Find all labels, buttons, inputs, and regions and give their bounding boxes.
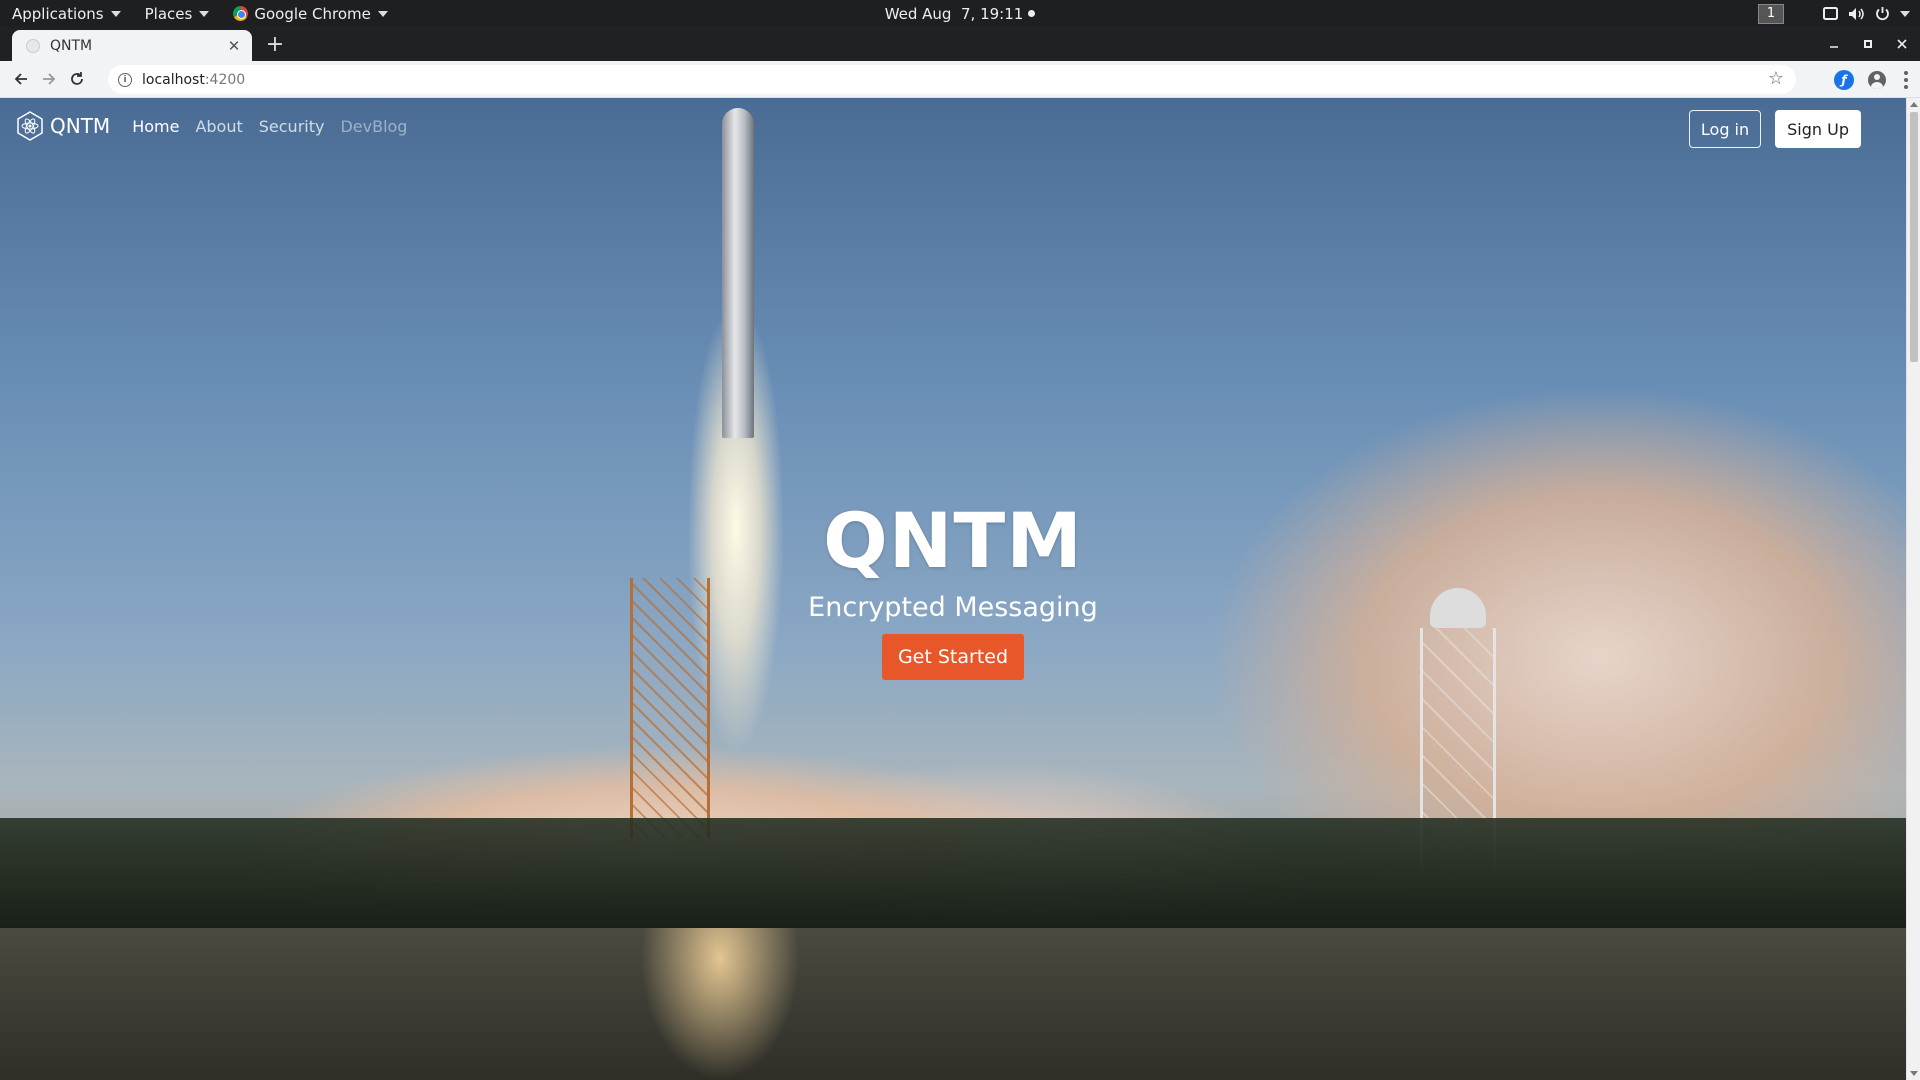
volume-icon[interactable] — [1848, 6, 1864, 22]
login-button[interactable]: Log in — [1688, 110, 1762, 148]
applications-menu-label: Applications — [12, 4, 104, 23]
notification-dot-icon — [1028, 10, 1036, 17]
get-started-button[interactable]: Get Started — [881, 634, 1025, 680]
display-icon[interactable] — [1822, 6, 1838, 22]
nav-devblog-link[interactable]: DevBlog — [332, 109, 415, 144]
site-navbar: QNTM Home About Security DevBlog Log in … — [0, 98, 1906, 154]
bookmark-star-icon[interactable]: ☆ — [1768, 69, 1784, 89]
chrome-app-menu-label: Google Chrome — [254, 4, 371, 23]
reload-icon[interactable] — [63, 65, 91, 93]
nav-home-link[interactable]: Home — [124, 109, 187, 144]
url-port: :4200 — [204, 71, 246, 88]
signup-button[interactable]: Sign Up — [1775, 110, 1861, 148]
scroll-down-icon[interactable] — [1910, 1071, 1918, 1076]
hero-subtitle: Encrypted Messaging — [808, 592, 1098, 623]
browser-toolbar: i localhost:4200 ☆ ƒ — [0, 61, 1920, 98]
chevron-down-icon — [199, 10, 210, 17]
favicon-icon — [26, 38, 40, 53]
tab-strip: QNTM ✕ + — [0, 27, 1920, 61]
places-menu-label: Places — [144, 4, 193, 23]
scroll-thumb[interactable] — [1910, 112, 1918, 362]
info-icon[interactable]: i — [118, 72, 132, 87]
system-top-bar: Applications Places Google Chrome Wed Au… — [0, 0, 1920, 27]
close-tab-icon[interactable]: ✕ — [226, 37, 242, 55]
water-image — [0, 928, 1906, 1080]
scroll-up-icon[interactable] — [1910, 102, 1918, 107]
maximize-icon[interactable] — [1860, 36, 1876, 52]
atom-logo-icon — [17, 111, 43, 141]
brand-name: QNTM — [50, 114, 111, 138]
url-host: localhost — [142, 71, 205, 88]
treeline-image — [0, 818, 1906, 928]
chrome-app-menu[interactable]: Google Chrome — [221, 0, 400, 27]
hero-title: QNTM — [823, 496, 1083, 585]
nav-about-link[interactable]: About — [187, 109, 250, 144]
profile-icon[interactable] — [1868, 70, 1886, 89]
browser-tab[interactable]: QNTM ✕ — [12, 30, 252, 61]
forward-icon[interactable] — [35, 65, 63, 93]
workspace-indicator[interactable]: 1 — [1758, 3, 1784, 24]
page-scrollbar[interactable] — [1906, 98, 1920, 1080]
power-icon[interactable] — [1874, 6, 1890, 22]
chevron-down-icon — [110, 10, 121, 17]
nav-security-link[interactable]: Security — [251, 109, 333, 144]
places-menu[interactable]: Places — [133, 0, 222, 27]
minimize-icon[interactable] — [1826, 36, 1842, 52]
chevron-down-icon[interactable] — [1900, 10, 1910, 17]
clock[interactable]: Wed Aug 7, 19:11 — [885, 5, 1024, 23]
hero-content: QNTM Encrypted Messaging Get Started — [0, 496, 1906, 680]
back-icon[interactable] — [7, 65, 35, 93]
page-viewport: QNTM Home About Security DevBlog Log in … — [0, 98, 1920, 1080]
chevron-down-icon — [377, 10, 388, 17]
brand-link[interactable]: QNTM — [15, 111, 110, 141]
close-window-icon[interactable] — [1894, 36, 1910, 52]
address-bar[interactable]: i localhost:4200 ☆ — [108, 65, 1796, 94]
new-tab-icon[interactable]: + — [264, 32, 286, 57]
more-menu-icon[interactable] — [1900, 70, 1912, 89]
extension-icon[interactable]: ƒ — [1834, 69, 1854, 90]
chrome-icon — [233, 6, 249, 21]
rocket-image — [722, 108, 754, 438]
sun-reflection-image — [640, 928, 800, 1080]
tab-title: QNTM — [50, 37, 93, 54]
applications-menu[interactable]: Applications — [0, 0, 133, 27]
